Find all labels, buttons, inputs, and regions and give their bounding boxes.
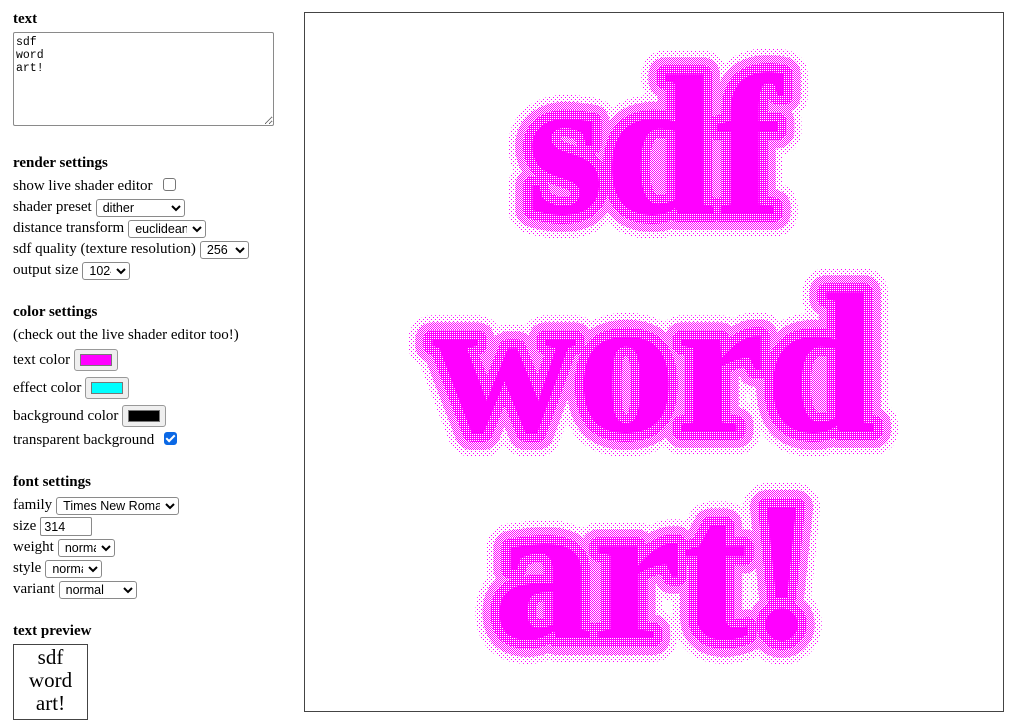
text-input[interactable]: sdf word art!: [13, 32, 274, 126]
text-color-picker[interactable]: [74, 349, 119, 371]
transparent-background-label: transparent background: [13, 432, 155, 448]
render-settings: render settings show live shader editor …: [13, 154, 293, 281]
text-color-label: text color: [13, 351, 71, 368]
background-color-label: background color: [13, 407, 119, 424]
show-editor-checkbox[interactable]: [162, 178, 176, 191]
font-family-label: family: [13, 497, 53, 513]
font-variant-select[interactable]: normal: [58, 580, 137, 599]
color-settings: color settings (check out the live shade…: [13, 303, 293, 451]
output-canvas: sdf sdf sdf sdf word word word word art! art! art!…: [304, 12, 1004, 712]
output-render: sdfsdfsdfsdfwordwordwordwordart!art!art!…: [408, 13, 900, 706]
preview-line: sdf: [37, 645, 64, 669]
font-style-select[interactable]: normal: [45, 559, 103, 578]
text-color-swatch: [80, 354, 113, 366]
shader-preset-label: shader preset: [13, 199, 92, 215]
render-settings-heading: render settings: [13, 155, 108, 171]
distance-transform-label: distance transform: [13, 220, 125, 236]
show-editor-label: show live shader editor: [13, 178, 153, 194]
settings-panel: text sdf word art! render settings show …: [13, 10, 293, 720]
text-preview-heading: text preview: [13, 623, 92, 639]
font-weight-label: weight: [13, 539, 54, 555]
font-style-label: style: [13, 560, 42, 576]
output-size-label: output size: [13, 262, 79, 278]
font-weight-select[interactable]: normal: [57, 538, 115, 557]
render-text-line: sdf: [526, 36, 784, 257]
render-text-line: word: [432, 254, 876, 475]
effect-color-picker[interactable]: [85, 377, 130, 399]
effect-color-label: effect color: [13, 379, 82, 396]
background-color-picker[interactable]: [122, 405, 167, 427]
text-heading: text: [13, 11, 38, 27]
font-settings-heading: font settings: [13, 474, 91, 490]
font-variant-label: variant: [13, 581, 55, 597]
sdf-quality-label: sdf quality (texture resolution): [13, 241, 196, 257]
font-family-select[interactable]: Times New Roman: [56, 496, 180, 515]
preview-line: word: [28, 668, 73, 692]
transparent-background-checkbox[interactable]: [164, 432, 178, 445]
color-settings-heading: color settings: [13, 304, 98, 320]
preview-line: art!: [35, 691, 66, 715]
shader-preset-select[interactable]: dither: [95, 198, 185, 217]
font-size-input[interactable]: [40, 517, 93, 536]
background-color-swatch: [128, 410, 161, 422]
distance-transform-select[interactable]: euclidean: [128, 219, 207, 238]
text-preview-box: sdf word art!: [13, 644, 88, 720]
effect-color-swatch: [91, 382, 124, 394]
font-size-label: size: [13, 518, 37, 534]
render-text-line: art!: [493, 461, 815, 682]
sdf-quality-select[interactable]: 256: [199, 240, 249, 259]
output-size-select[interactable]: 1024: [82, 261, 131, 280]
text-preview-section: text preview sdf word art!: [13, 622, 293, 720]
font-settings: font settings family Times New Roman siz…: [13, 473, 293, 600]
color-note: (check out the live shader editor too!): [13, 327, 239, 343]
